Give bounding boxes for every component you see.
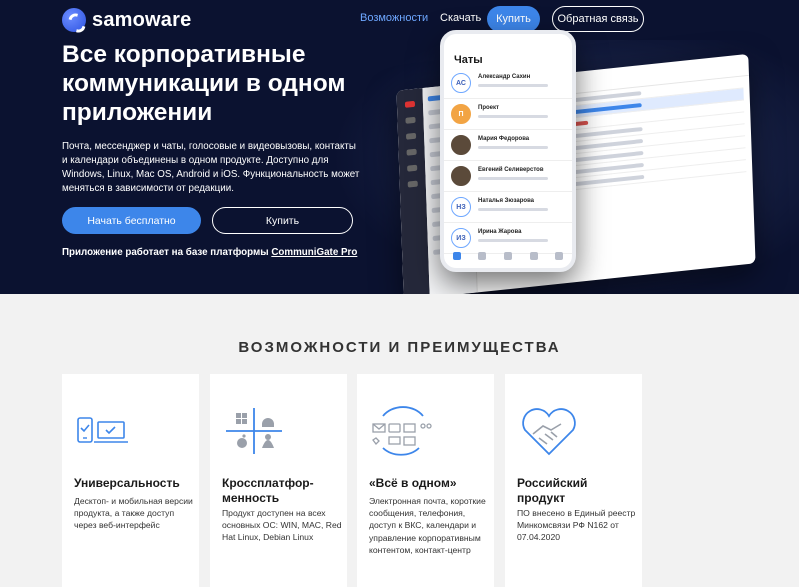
- feature-card-description: Десктоп- и мобильная версии продукта, а …: [74, 496, 193, 531]
- settings-tab-icon: [555, 252, 564, 260]
- phone-chats-header: Чаты: [454, 54, 483, 66]
- devices-icon: [77, 417, 128, 443]
- hero-section: samoware Возможности Скачать Купить Обра…: [0, 0, 799, 294]
- chat-avatar: АС: [451, 73, 471, 93]
- feature-card-title: Универсальность: [74, 476, 180, 490]
- feature-card-description: ПО внесено в Единый реестр Минкомсвязи Р…: [517, 508, 636, 543]
- chat-item: ИЗ Ирина Жарова: [444, 223, 572, 254]
- hero-buy-button[interactable]: Купить: [212, 207, 353, 234]
- hero-title: Все корпоративные коммуникации в одном п…: [62, 41, 346, 126]
- nav-feedback-button[interactable]: Обратная связь: [552, 6, 644, 32]
- feature-card-crossplatform: Кроссплатфор-менность Продукт доступен н…: [210, 374, 347, 587]
- nav-link-download[interactable]: Скачать: [440, 12, 481, 24]
- samoware-logo-icon: [62, 8, 86, 32]
- chat-item: П Проект: [444, 99, 572, 130]
- chat-item: АС Александр Сахин: [444, 68, 572, 99]
- chat-avatar-photo: [451, 135, 471, 155]
- platform-note: Приложение работает на базе платформы Co…: [62, 247, 357, 258]
- chat-name: Проект: [478, 105, 499, 111]
- chat-tab-icon: [452, 252, 461, 260]
- feature-card-description: Электронная почта, короткие сообщения, т…: [369, 496, 486, 555]
- phone-mockup: Чаты АС Александр Сахин П Проект Мария Ф…: [440, 30, 576, 272]
- communigate-link[interactable]: CommuniGate Pro: [271, 247, 357, 258]
- feature-card-description: Продукт доступен на всех основных ОС: WI…: [222, 508, 342, 543]
- chat-avatar-photo: [451, 166, 471, 186]
- contacts-tab-icon: [503, 252, 512, 260]
- all-in-one-icon: [372, 406, 432, 456]
- chat-avatar: ИЗ: [451, 228, 471, 248]
- chat-item: Евгений Селиверстов: [444, 161, 572, 192]
- chat-name: Мария Федорова: [478, 136, 530, 142]
- brand-logo[interactable]: samoware: [62, 8, 191, 32]
- chat-item: НЗ Наталья Зюзарова: [444, 192, 572, 223]
- feature-card-title: Кроссплатфор-менность: [222, 476, 314, 505]
- calendar-tab-icon: [529, 252, 538, 260]
- hero-description: Почта, мессенджер и чаты, голосовые и ви…: [62, 141, 360, 194]
- feature-card-russian: Российский продукт ПО внесено в Единый р…: [505, 374, 642, 587]
- feature-card-all-in-one: «Всё в одном» Электронная почта, коротки…: [357, 374, 494, 587]
- feature-card-title: «Всё в одном»: [369, 476, 457, 490]
- chat-avatar: НЗ: [451, 197, 471, 217]
- phone-tab-bar: [444, 252, 572, 260]
- top-nav: samoware Возможности Скачать Купить Обра…: [0, 0, 799, 38]
- chat-item: Мария Федорова: [444, 130, 572, 161]
- chat-avatar: П: [451, 104, 471, 124]
- feature-card-title: Российский продукт: [517, 476, 588, 505]
- chat-name: Ирина Жарова: [478, 229, 522, 235]
- platform-note-text: Приложение работает на базе платформы: [62, 247, 272, 258]
- calls-tab-icon: [478, 252, 487, 260]
- brand-name: samoware: [92, 8, 192, 31]
- nav-buy-button[interactable]: Купить: [487, 6, 540, 32]
- features-title: ВОЗМОЖНОСТИ И ПРЕИМУЩЕСТВА: [238, 339, 561, 356]
- chat-name: Евгений Селиверстов: [478, 167, 544, 173]
- start-free-button[interactable]: Начать бесплатно: [62, 207, 201, 234]
- feature-card-universal: Универсальность Десктоп- и мобильная вер…: [62, 374, 199, 587]
- handshake-icon: [522, 408, 576, 456]
- chat-name: Александр Сахин: [478, 74, 531, 80]
- nav-link-features[interactable]: Возможности: [360, 12, 428, 24]
- chat-name: Наталья Зюзарова: [478, 198, 535, 204]
- os-platforms-icon: [226, 408, 282, 454]
